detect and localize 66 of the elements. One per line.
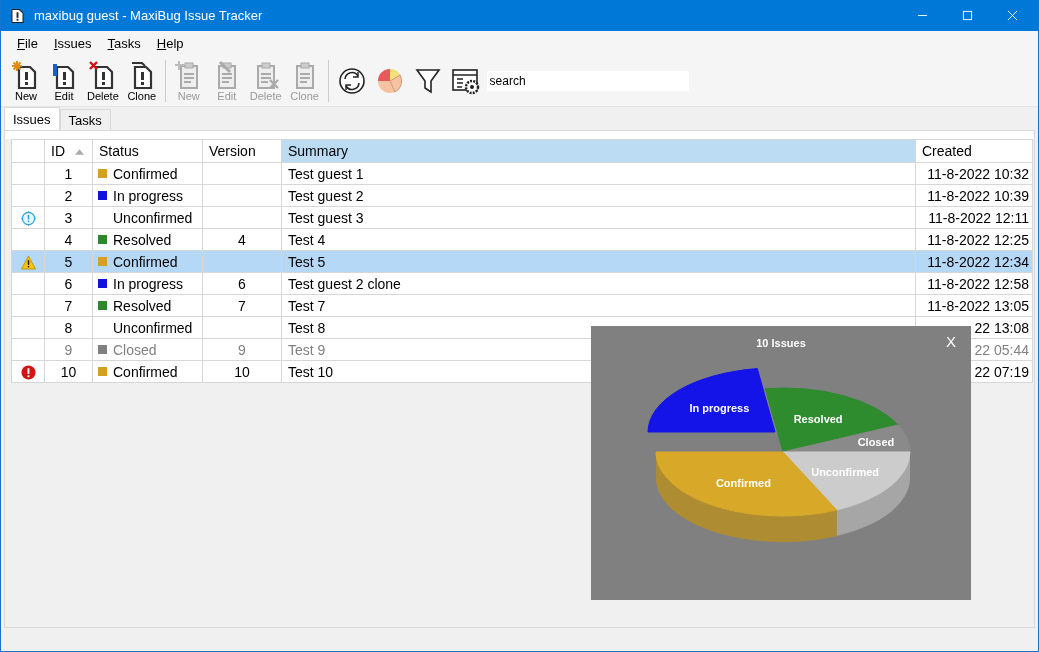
table-cell: 11-8-2022 13:05 bbox=[915, 294, 1033, 317]
slice-label: Closed bbox=[857, 435, 895, 448]
column-header[interactable]: Version bbox=[202, 139, 282, 163]
slice-label: Confirmed bbox=[715, 477, 771, 490]
chart-title: 10 Issues bbox=[756, 337, 806, 349]
window-title: maxibug guest - MaxiBug Issue Tracker bbox=[34, 8, 264, 23]
status-text: Closed bbox=[113, 341, 157, 358]
app-icon bbox=[11, 7, 24, 24]
table-cell: Test 4 bbox=[281, 228, 916, 251]
table-cell: 4 bbox=[44, 228, 93, 251]
close-icon[interactable] bbox=[1007, 10, 1018, 21]
menu-item[interactable]: Tasks bbox=[99, 36, 149, 51]
search-field[interactable]: search bbox=[486, 71, 689, 91]
table-cell: 2 bbox=[44, 184, 93, 207]
table-cell: 11-8-2022 12:25 bbox=[915, 228, 1033, 251]
menu-item[interactable]: Issues bbox=[45, 36, 100, 51]
table-cell: 6 bbox=[202, 272, 282, 295]
maximize-icon[interactable] bbox=[962, 10, 973, 21]
table-cell: 9 bbox=[202, 338, 282, 361]
table-cell: 10 bbox=[202, 360, 282, 383]
info-icon bbox=[20, 211, 36, 227]
table-cell: 10 bbox=[44, 360, 93, 383]
table-cell: Test 7 bbox=[281, 294, 916, 317]
status-text: Unconfirmed bbox=[113, 319, 193, 336]
refresh-icon[interactable] bbox=[336, 66, 367, 96]
table-cell: Test 5 bbox=[281, 250, 916, 273]
column-header[interactable]: ID bbox=[44, 139, 93, 163]
menu-item[interactable]: File bbox=[9, 36, 46, 51]
slice-label: Resolved bbox=[793, 413, 843, 426]
status-text: Unconfirmed bbox=[113, 209, 193, 226]
table-cell: Test guest 1 bbox=[281, 162, 916, 185]
status-text: In progress bbox=[113, 275, 184, 292]
table-cell: 9 bbox=[44, 338, 93, 361]
table-cell: 1 bbox=[44, 162, 93, 185]
column-header[interactable]: Status bbox=[92, 139, 203, 163]
table-cell: 11-8-2022 10:39 bbox=[915, 184, 1033, 207]
table-cell: 11-8-2022 12:58 bbox=[915, 272, 1033, 295]
slice-label: In progress bbox=[689, 401, 750, 414]
table-cell: 7 bbox=[44, 294, 93, 317]
table-cell: 11-8-2022 12:11 bbox=[915, 206, 1033, 229]
edit-button[interactable]: Edit bbox=[45, 60, 83, 102]
status-text: Confirmed bbox=[113, 363, 178, 380]
table-cell: 11-8-2022 10:32 bbox=[915, 162, 1033, 185]
tab[interactable]: Issues bbox=[4, 107, 60, 130]
clone-button[interactable]: Clone bbox=[122, 60, 161, 102]
column-settings-icon[interactable] bbox=[450, 66, 481, 96]
delete-button[interactable]: Delete bbox=[83, 60, 123, 102]
new-button[interactable]: New bbox=[7, 60, 45, 102]
status-text: Resolved bbox=[113, 297, 172, 314]
warning-icon bbox=[20, 255, 36, 271]
table-cell: Test guest 2 clone bbox=[281, 272, 916, 295]
status-text: In progress bbox=[113, 187, 184, 204]
table-cell: Test guest 2 bbox=[281, 184, 916, 207]
status-text: Resolved bbox=[113, 231, 172, 248]
table-cell: 6 bbox=[44, 272, 93, 295]
table-cell: 4 bbox=[202, 228, 282, 251]
table-cell: 7 bbox=[202, 294, 282, 317]
table-cell: 3 bbox=[44, 206, 93, 229]
table-cell: Test guest 3 bbox=[281, 206, 916, 229]
tab[interactable]: Tasks bbox=[59, 109, 111, 130]
menu-item[interactable]: Help bbox=[148, 36, 192, 51]
column-header[interactable]: Created bbox=[915, 139, 1033, 163]
column-header[interactable]: Summary bbox=[281, 139, 916, 163]
table-cell: 8 bbox=[44, 316, 93, 339]
status-text: Confirmed bbox=[113, 253, 178, 270]
status-text: Confirmed bbox=[113, 165, 178, 182]
